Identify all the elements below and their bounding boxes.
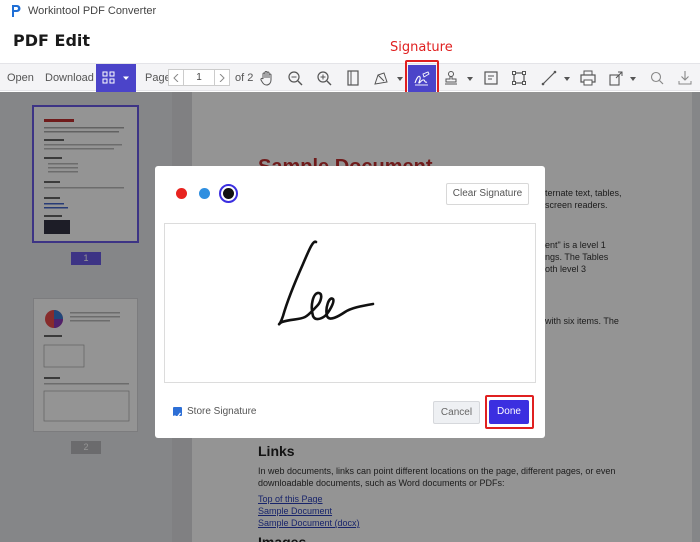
print-icon[interactable]: [579, 69, 597, 87]
color-swatch-red[interactable]: [176, 188, 187, 199]
toolbar: Open Download Page 1 of 2: [0, 63, 700, 92]
zoom-in-icon[interactable]: [315, 69, 333, 87]
grid-icon: [102, 71, 129, 84]
download-icon[interactable]: [676, 69, 694, 87]
page-number-input[interactable]: 1: [183, 69, 215, 86]
page-label: Page: [145, 72, 171, 84]
share-icon[interactable]: [607, 69, 625, 87]
open-button[interactable]: Open: [7, 64, 34, 92]
page-title: PDF Edit: [13, 31, 91, 50]
title-bar: Workintool PDF Converter: [0, 0, 700, 22]
next-page-button[interactable]: [214, 69, 230, 86]
cancel-button[interactable]: Cancel: [433, 401, 480, 424]
thumbnail-view-button[interactable]: [96, 64, 136, 92]
page-total: of 2: [235, 72, 254, 84]
chevron-right-icon: [219, 73, 225, 82]
highlight-dropdown-caret[interactable]: [397, 77, 403, 81]
signature-callout-label: Signature: [390, 40, 453, 55]
checkmark-icon: [174, 412, 182, 419]
note-icon[interactable]: [482, 69, 500, 87]
signature-highlight-box: [405, 60, 439, 95]
stamp-dropdown-caret[interactable]: [467, 77, 473, 81]
color-swatch-blue[interactable]: [199, 188, 210, 199]
app-title: Workintool PDF Converter: [28, 5, 157, 17]
hand-tool-icon[interactable]: [258, 69, 276, 87]
store-signature-checkbox[interactable]: [173, 407, 182, 419]
zoom-out-icon[interactable]: [286, 69, 304, 87]
crop-icon[interactable]: [510, 69, 528, 87]
line-tool-icon[interactable]: [540, 69, 558, 87]
highlight-icon[interactable]: [372, 69, 390, 87]
search-icon[interactable]: [648, 69, 666, 87]
stamp-icon[interactable]: [442, 69, 460, 87]
line-dropdown-caret[interactable]: [564, 77, 570, 81]
color-swatch-black-selected[interactable]: [219, 184, 238, 203]
share-dropdown-caret[interactable]: [630, 77, 636, 81]
signature-stroke: [277, 240, 375, 326]
color-swatch-fill: [223, 188, 234, 199]
store-signature-label: Store Signature: [187, 406, 257, 417]
prev-page-button[interactable]: [168, 69, 184, 86]
download-button[interactable]: Download: [45, 64, 94, 92]
fit-page-icon[interactable]: [344, 69, 362, 87]
done-highlight-box: [485, 395, 534, 429]
app-logo-icon: [12, 5, 21, 17]
signature-canvas[interactable]: [164, 223, 536, 383]
clear-signature-button[interactable]: Clear Signature: [446, 183, 529, 205]
chevron-left-icon: [173, 73, 179, 82]
